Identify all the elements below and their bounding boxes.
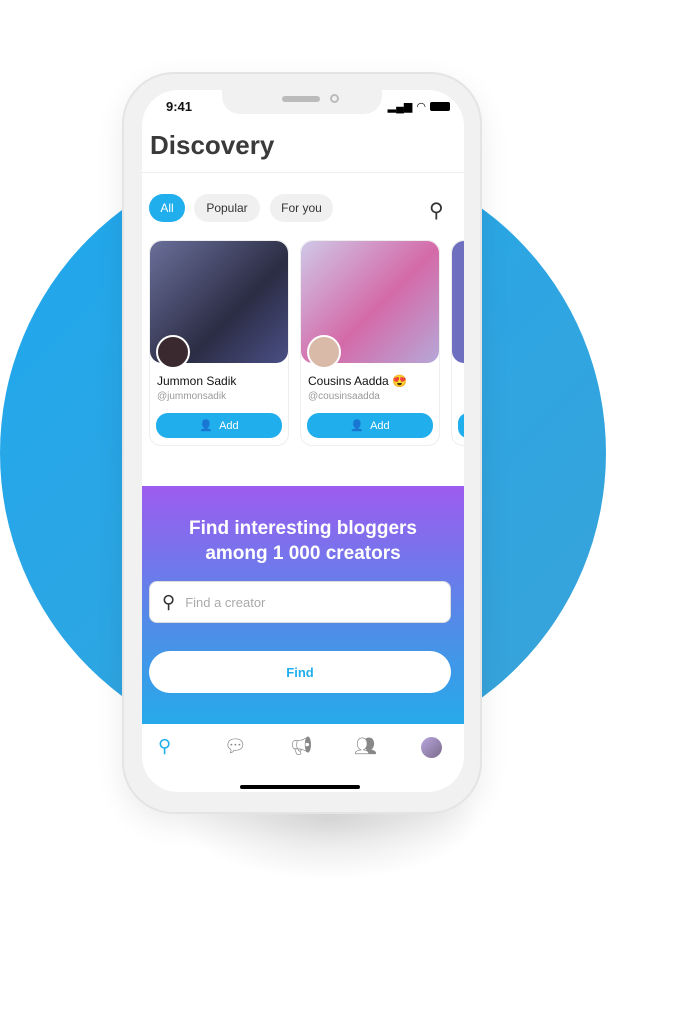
signal-icon: ▂▄▆ bbox=[387, 101, 413, 113]
promo-section: Find interesting bloggers among 1 000 cr… bbox=[142, 486, 464, 724]
creator-search-input[interactable]: ⚲ Find a creator bbox=[149, 581, 451, 623]
page-title: Discovery bbox=[150, 130, 275, 160]
tab-people-icon[interactable]: 👥︎ bbox=[354, 736, 377, 757]
creator-handle: @cousinsaadda bbox=[308, 391, 380, 402]
wifi-icon: ◠ bbox=[416, 101, 426, 113]
find-button[interactable]: Find bbox=[149, 651, 451, 693]
tab-profile-avatar[interactable] bbox=[421, 737, 442, 758]
creator-handle: @jummonsadik bbox=[157, 391, 227, 402]
filter-all[interactable]: All bbox=[149, 194, 185, 222]
add-label: Add bbox=[370, 419, 390, 432]
tab-bar: ⚲ 💬︎ 📢︎ 👥︎ bbox=[142, 724, 464, 792]
phone-screen: 9:41 ▂▄▆ ◠ Discovery All Popular For you… bbox=[142, 90, 464, 792]
add-user-icon: 👤 bbox=[199, 420, 214, 432]
divider bbox=[142, 172, 464, 173]
creator-card[interactable]: Cousins Aadda 😍 @cousinsaadda 👤 Add bbox=[300, 240, 440, 446]
status-time: 9:41 bbox=[166, 99, 193, 114]
notch bbox=[222, 90, 382, 114]
search-icon: ⚲ bbox=[162, 591, 176, 612]
tab-chat-icon[interactable]: 💬︎ bbox=[224, 736, 247, 757]
filter-popular[interactable]: Popular bbox=[194, 194, 260, 222]
avatar bbox=[156, 335, 190, 369]
status-icons: ▂▄▆ ◠ bbox=[388, 100, 450, 113]
add-button[interactable]: 👤 Add bbox=[156, 413, 282, 438]
creator-photo bbox=[452, 241, 464, 363]
camera bbox=[330, 94, 339, 103]
filter-for-you[interactable]: For you bbox=[270, 194, 333, 222]
avatar bbox=[307, 335, 341, 369]
add-button[interactable]: 👤 Add bbox=[307, 413, 433, 438]
tab-search-icon[interactable]: ⚲ bbox=[158, 736, 171, 757]
creator-name: Jummon Sadik bbox=[157, 374, 237, 388]
promo-title: Find interesting bloggers among 1 000 cr… bbox=[188, 518, 417, 564]
search-placeholder: Find a creator bbox=[185, 594, 266, 610]
add-user-icon: 👤 bbox=[350, 420, 365, 432]
add-label: Add bbox=[219, 419, 239, 432]
creator-card[interactable]: Jummon Sadik @jummonsadik 👤 Add bbox=[149, 240, 289, 446]
creator-name: Cousins Aadda 😍 bbox=[308, 374, 407, 388]
search-icon[interactable]: ⚲ bbox=[429, 198, 444, 223]
creator-card-partial[interactable] bbox=[451, 240, 464, 446]
speaker bbox=[282, 96, 320, 102]
tab-megaphone-icon[interactable]: 📢︎ bbox=[290, 736, 313, 757]
add-button[interactable] bbox=[458, 413, 464, 438]
battery-icon bbox=[430, 102, 450, 111]
home-indicator bbox=[240, 785, 360, 789]
